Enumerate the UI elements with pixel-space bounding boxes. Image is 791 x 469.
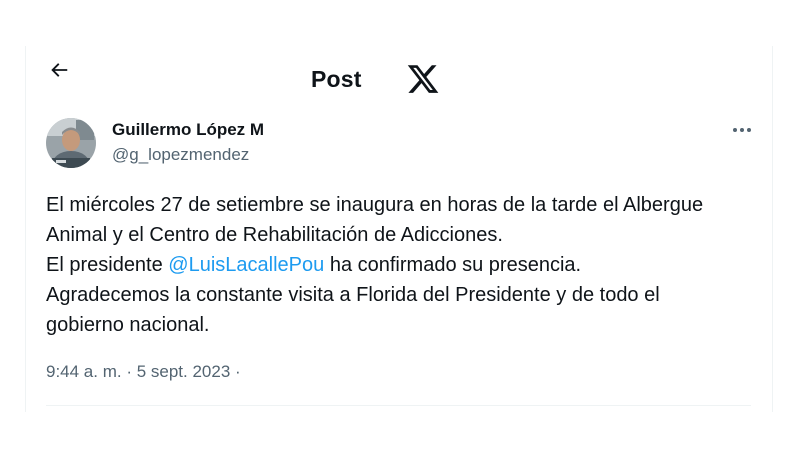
more-dots-icon: [733, 128, 751, 132]
page-title: Post: [311, 66, 362, 92]
more-options-button[interactable]: [728, 118, 756, 142]
post-timestamp: 9:44 a. m. · 5 sept. 2023 ·: [46, 361, 241, 383]
mention-link[interactable]: @LuisLacallePou: [168, 254, 324, 276]
post-time[interactable]: 9:44 a. m.: [46, 362, 122, 381]
back-button[interactable]: [45, 56, 73, 84]
separator: ·: [121, 362, 137, 381]
tweet-line: Animal y el Centro de Rehabilitación de …: [46, 224, 503, 246]
arrow-left-icon: [51, 63, 68, 77]
author-display-name[interactable]: Guillermo López M: [112, 120, 264, 140]
author-handle[interactable]: @g_lopezmendez: [112, 145, 249, 165]
separator: ·: [230, 362, 241, 381]
tweet-body: El miércoles 27 de setiembre se inaugura…: [46, 190, 761, 340]
divider: [46, 405, 751, 406]
tweet-line: gobierno nacional.: [46, 314, 210, 336]
avatar[interactable]: [46, 118, 96, 168]
tweet-line: El miércoles 27 de setiembre se inaugura…: [46, 194, 704, 216]
tweet-line: El presidente @LuisLacallePou ha confirm…: [46, 250, 761, 280]
tweet-text-segment: El presidente: [46, 254, 169, 276]
post-date[interactable]: 5 sept. 2023: [137, 362, 231, 381]
tweet-text-segment: ha confirmado su presencia.: [324, 254, 582, 276]
x-logo-icon: [405, 62, 441, 96]
tweet-line: Agradecemos la constante visita a Florid…: [46, 284, 660, 306]
